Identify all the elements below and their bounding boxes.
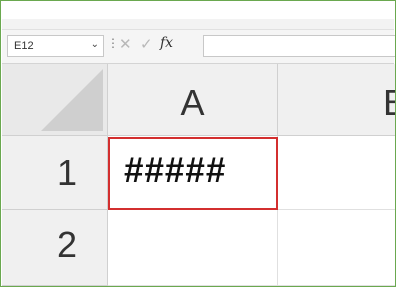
cell-a1-highlight-box: [108, 137, 278, 210]
formula-input[interactable]: [203, 35, 395, 57]
ribbon-strip: [2, 19, 394, 30]
cell-b2[interactable]: [278, 210, 395, 286]
row-header-2[interactable]: 2: [2, 210, 108, 286]
sheet-grid: A B 1 2 #####: [2, 64, 395, 286]
select-all-triangle-icon: [41, 69, 103, 131]
chevron-down-icon[interactable]: ⌄: [91, 39, 99, 50]
insert-function-button[interactable]: fx: [160, 35, 173, 51]
name-box[interactable]: E12 ⌄: [7, 35, 104, 57]
select-all-corner[interactable]: [2, 64, 108, 136]
column-header-a[interactable]: A: [108, 64, 278, 136]
cell-a2[interactable]: [108, 210, 278, 286]
spreadsheet-window: E12 ⌄ ⋮ ✕ ✓ fx A B 1 2 #####: [0, 0, 396, 287]
name-box-value: E12: [14, 40, 34, 52]
close-icon[interactable]: ✕: [119, 35, 132, 53]
row-header-1[interactable]: 1: [2, 136, 108, 210]
formula-bar-separator: ⋮: [107, 36, 119, 50]
check-icon[interactable]: ✓: [140, 35, 153, 53]
column-header-b[interactable]: B: [278, 64, 395, 136]
formula-bar: E12 ⌄ ⋮ ✕ ✓ fx: [2, 30, 395, 64]
cell-b1[interactable]: [278, 136, 395, 210]
